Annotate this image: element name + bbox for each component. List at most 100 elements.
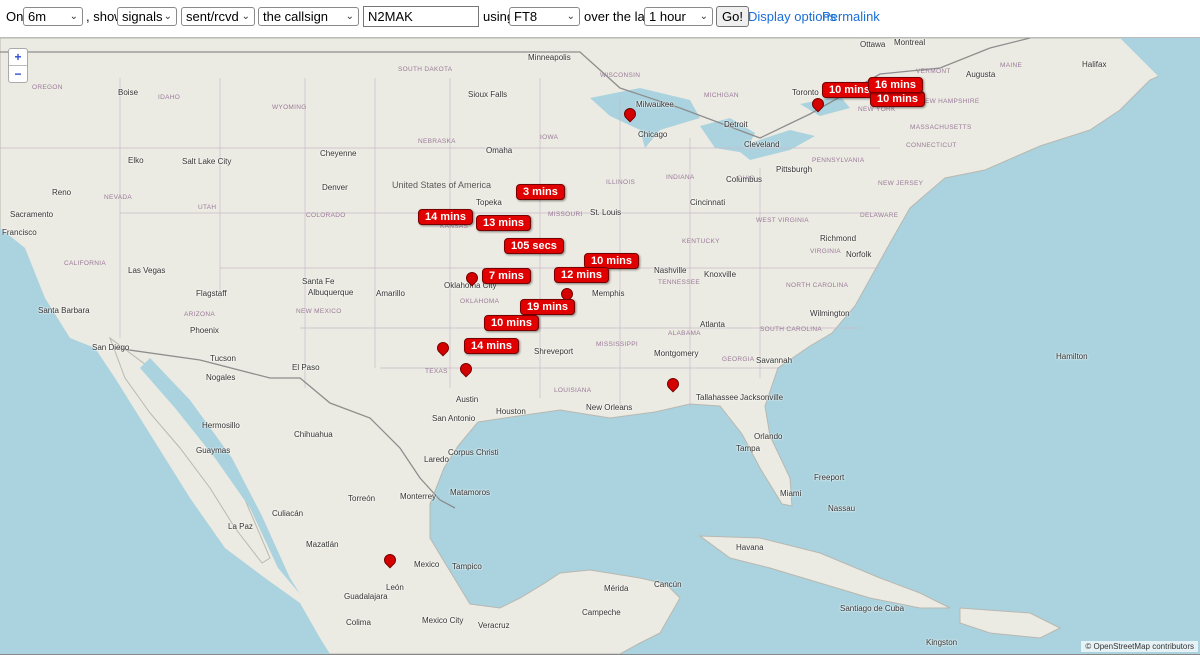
state-label: LOUISIANA [554, 387, 592, 394]
target-select[interactable]: the callsign ⌄ [258, 7, 359, 26]
city-label: Cleveland [744, 140, 780, 149]
state-label: MISSISSIPPI [596, 341, 638, 348]
band-select[interactable]: 6m ⌄ [23, 7, 83, 26]
state-label: CALIFORNIA [64, 260, 107, 267]
chevron-down-icon: ⌄ [69, 11, 78, 22]
callsign-input[interactable]: N2MAK [363, 6, 479, 27]
city-label: Tucson [210, 354, 236, 363]
city-label: Hamilton [1056, 352, 1088, 361]
city-label: Cincinnati [690, 198, 726, 207]
state-label: TENNESSEE [658, 279, 701, 286]
city-label: Pittsburgh [776, 165, 813, 174]
city-label: Guaymas [196, 446, 231, 455]
state-label: GEORGIA [722, 356, 755, 363]
city-label: Albuquerque [308, 288, 354, 297]
state-label: ALABAMA [668, 330, 701, 337]
city-label: Atlanta [700, 320, 725, 329]
city-label: Montgomery [654, 349, 699, 358]
zoom-out-button[interactable]: − [9, 65, 27, 82]
spot-label[interactable]: 12 mins [554, 267, 609, 283]
spot-label[interactable]: 16 mins [868, 77, 923, 93]
city-label: Corpus Christi [448, 448, 499, 457]
zoom-in-button[interactable]: + [9, 49, 27, 65]
city-label: Guadalajara [344, 592, 388, 601]
show-select-value: signals [122, 9, 163, 24]
state-label: DELAWARE [860, 212, 899, 219]
city-label: Mazatlán [306, 540, 339, 549]
city-label: Tampa [736, 444, 761, 453]
city-label: Cancún [654, 580, 682, 589]
city-label: Topeka [476, 198, 502, 207]
city-label: Culiacán [272, 509, 304, 518]
city-label: New Orleans [586, 403, 633, 412]
city-label: Nogales [206, 373, 236, 382]
state-label: UTAH [198, 204, 217, 211]
city-label: El Paso [292, 363, 320, 372]
city-label: Ottawa [860, 40, 886, 49]
mode-select[interactable]: FT8 ⌄ [509, 7, 580, 26]
city-label: Nassau [828, 504, 856, 513]
city-label: Santa Barbara [38, 306, 90, 315]
spot-label[interactable]: 105 secs [504, 238, 564, 254]
city-label: Miami [780, 489, 802, 498]
state-label: MICHIGAN [704, 92, 739, 99]
state-label: KENTUCKY [682, 238, 720, 245]
spot-label[interactable]: 10 mins [484, 315, 539, 331]
city-label: Detroit [724, 120, 748, 129]
spot-label[interactable]: 3 mins [516, 184, 565, 200]
city-label: Las Vegas [128, 266, 166, 275]
city-label: Salt Lake City [182, 157, 232, 166]
city-label: Freeport [814, 473, 845, 482]
state-label: TEXAS [425, 368, 448, 375]
state-label: PENNSYLVANIA [812, 157, 865, 164]
city-label: Sioux Falls [468, 90, 508, 99]
city-label: Wilmington [810, 309, 850, 318]
city-label: Havana [736, 543, 764, 552]
city-label: Kingston [926, 638, 958, 647]
spot-label[interactable]: 13 mins [476, 215, 531, 231]
chevron-down-icon: ⌄ [566, 11, 575, 22]
city-label: Columbus [726, 175, 763, 184]
city-label: San Antonio [432, 414, 476, 423]
city-label: Minneapolis [528, 53, 571, 62]
spot-label[interactable]: 14 mins [418, 209, 473, 225]
spot-label[interactable]: 14 mins [464, 338, 519, 354]
state-label: WISCONSIN [600, 72, 641, 79]
spot-label[interactable]: 10 mins [870, 91, 925, 107]
map-canvas[interactable]: + − United States of America SOUTH DAKOT… [0, 37, 1200, 655]
city-label: León [386, 583, 404, 592]
city-label: Amarillo [376, 289, 405, 298]
city-label: Nashville [654, 266, 687, 275]
spot-label[interactable]: 7 mins [482, 268, 531, 284]
state-label: VERMONT [916, 68, 951, 75]
city-label: Tallahassee [696, 393, 739, 402]
state-label: VIRGINIA [810, 248, 841, 255]
period-select[interactable]: 1 hour ⌄ [644, 7, 713, 26]
city-label: Hermosillo [202, 421, 240, 430]
city-label: Toronto [792, 88, 819, 97]
chevron-down-icon: ⌄ [345, 11, 354, 22]
city-label: Montreal [894, 38, 926, 47]
city-label: Memphis [592, 289, 625, 298]
city-label: Orlando [754, 432, 783, 441]
permalink-link[interactable]: Permalink [822, 8, 880, 26]
state-label: WEST VIRGINIA [756, 217, 809, 224]
city-label: Mexico City [422, 616, 464, 625]
state-label: NEW YORK [858, 106, 896, 113]
city-label: Savannah [756, 356, 793, 365]
city-label: Milwaukee [636, 100, 674, 109]
state-label: NEVADA [104, 194, 133, 201]
city-label: Torreón [348, 494, 376, 503]
direction-select[interactable]: sent/rcvd by ⌄ [181, 7, 255, 26]
city-label: San Diego [92, 343, 130, 352]
show-select[interactable]: signals ⌄ [117, 7, 177, 26]
city-label: Francisco [2, 228, 37, 237]
city-label: Reno [52, 188, 72, 197]
state-label: OREGON [32, 84, 63, 91]
go-button[interactable]: Go! [716, 6, 749, 27]
band-select-value: 6m [28, 9, 47, 24]
map-attribution[interactable]: © OpenStreetMap contributors [1081, 641, 1198, 652]
city-label: Denver [322, 183, 348, 192]
city-label: Colima [346, 618, 371, 627]
spot-label[interactable]: 19 mins [520, 299, 575, 315]
